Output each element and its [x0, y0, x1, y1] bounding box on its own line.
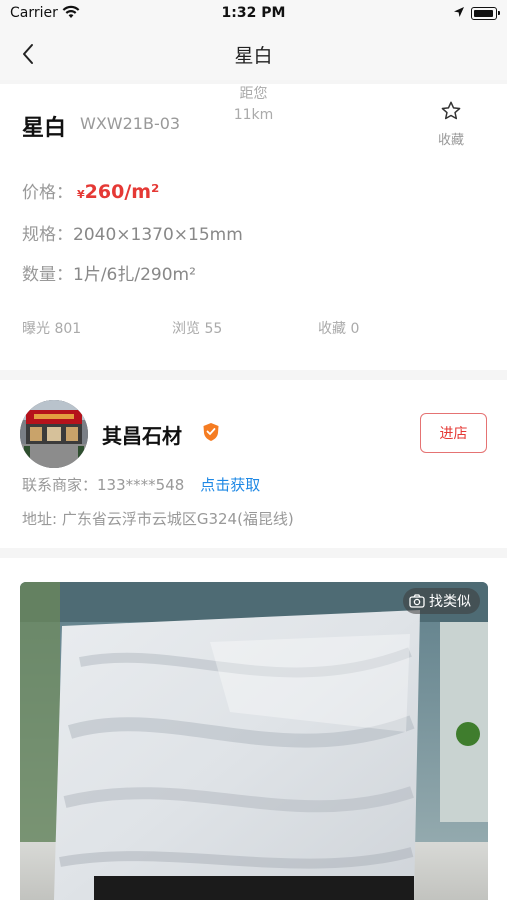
product-photo[interactable]: 找类似	[20, 582, 488, 900]
spec-value: 2040×1370×15mm	[73, 225, 243, 245]
product-photo-card: 找类似	[0, 558, 507, 900]
find-similar-label: 找类似	[429, 594, 471, 610]
store-address: 地址: 广东省云浮市云城区G324(福昆线)	[22, 510, 294, 528]
price-value: 260/m²	[84, 181, 160, 203]
favorite-button[interactable]: 收藏	[431, 100, 471, 148]
nav-bar: 星白	[0, 28, 507, 80]
product-info-card: 星白 WXW21B-03 收藏 价格： ¥260/m² 规格：2040×1370×…	[0, 84, 507, 370]
quantity-value: 1片/6扎/290m²	[73, 265, 196, 285]
quantity-label: 数量：	[22, 265, 73, 285]
star-icon	[441, 101, 461, 120]
exposure-stat: 曝光 801	[22, 321, 82, 337]
get-phone-link[interactable]: 点击获取	[200, 476, 260, 494]
contact-label: 联系商家：	[22, 476, 98, 494]
product-name: 星白	[22, 116, 67, 141]
product-code: WXW21B-03	[80, 114, 181, 133]
spec-row: 规格：2040×1370×15mm	[22, 220, 243, 245]
favorites-stat: 收藏 0	[318, 321, 360, 337]
page-title: 星白	[234, 45, 273, 67]
masked-phone: 133****548	[97, 476, 185, 494]
verified-shield-icon	[202, 422, 220, 446]
store-name: 其昌石材	[102, 424, 182, 448]
currency-symbol: ¥	[77, 188, 85, 201]
contact-row: 联系商家：133****548 点击获取	[22, 474, 260, 495]
status-bar: Carrier 1:32 PM	[0, 0, 507, 28]
find-similar-button[interactable]: 找类似	[403, 588, 480, 614]
price-row: 价格： ¥260/m²	[22, 178, 159, 203]
price-label: 价格：	[22, 183, 73, 203]
quantity-row: 数量：1片/6扎/290m²	[22, 260, 196, 285]
status-time: 1:32 PM	[221, 5, 286, 21]
battery-icon	[471, 7, 500, 20]
store-card: 其昌石材 进店 联系商家：133****548 点击获取 地址: 广东省云浮市云城…	[0, 380, 507, 548]
location-arrow-icon	[453, 6, 465, 22]
store-avatar[interactable]	[20, 400, 88, 468]
enter-store-button[interactable]: 进店	[420, 413, 487, 453]
favorite-label: 收藏	[437, 133, 464, 148]
spec-label: 规格：	[22, 225, 73, 245]
camera-icon	[409, 594, 425, 608]
views-stat: 浏览 55	[172, 321, 223, 337]
